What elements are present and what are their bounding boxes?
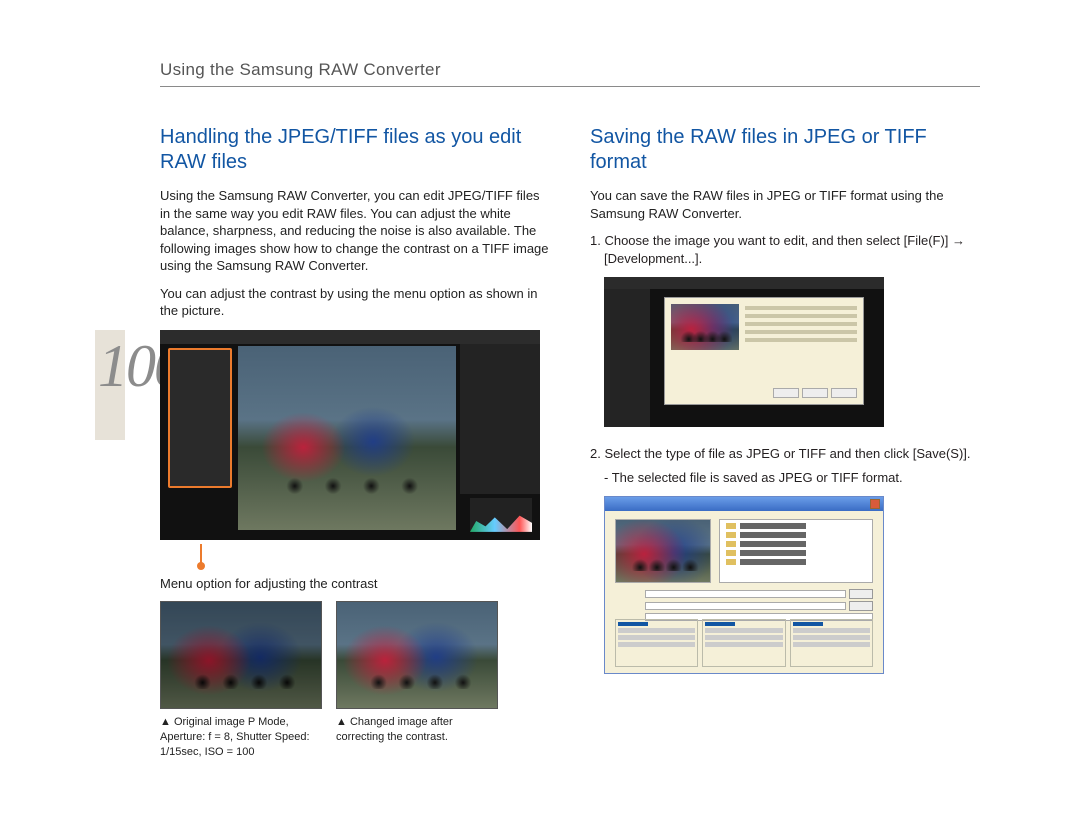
dev-dialog-box <box>664 297 864 405</box>
thumbnail-original: ▲ Original image P Mode, Aperture: f = 8… <box>160 601 322 760</box>
save-dialog-titlebar <box>605 497 883 511</box>
save-button-icon <box>849 589 873 599</box>
left-paragraph-1: Using the Samsung RAW Converter, you can… <box>160 187 550 275</box>
callout-dot <box>197 562 205 570</box>
step-1: 1. Choose the image you want to edit, an… <box>590 232 980 267</box>
dev-dialog-fields <box>745 306 857 346</box>
thumbnail-changed-caption: ▲ Changed image after correcting the con… <box>336 715 498 745</box>
thumbnail-original-caption: ▲ Original image P Mode, Aperture: f = 8… <box>160 715 322 760</box>
opt-group-unsharp <box>702 619 785 667</box>
right-heading: Saving the RAW files in JPEG or TIFF for… <box>590 125 980 175</box>
page-content: Using the Samsung RAW Converter Handling… <box>160 60 980 759</box>
dev-toolbar <box>604 277 884 289</box>
editor-contrast-panel-highlight <box>168 348 232 488</box>
editor-toolbar <box>160 330 540 344</box>
figure-save-dialog <box>604 496 884 674</box>
save-dialog-option-groups <box>615 619 873 667</box>
save-dialog-preview <box>615 519 711 583</box>
chapter-title: Using the Samsung RAW Converter <box>160 60 980 80</box>
dev-side-panel <box>604 289 650 427</box>
editor-right-panel <box>460 344 540 494</box>
figure-caption-menu: Menu option for adjusting the contrast <box>160 576 550 591</box>
opt-group-size <box>790 619 873 667</box>
cancel-button-icon <box>849 601 873 611</box>
save-dialog-fields <box>615 589 873 623</box>
chapter-header: Using the Samsung RAW Converter <box>160 60 980 87</box>
step-2-sub: - The selected file is saved as JPEG or … <box>590 469 980 487</box>
left-heading: Handling the JPEG/TIFF files as you edit… <box>160 125 550 175</box>
thumbnail-changed: ▲ Changed image after correcting the con… <box>336 601 498 760</box>
right-column: Saving the RAW files in JPEG or TIFF for… <box>590 125 980 759</box>
dev-dialog-preview <box>671 304 739 350</box>
two-column-layout: Handling the JPEG/TIFF files as you edit… <box>160 125 980 759</box>
thumbnail-original-image <box>160 601 322 709</box>
right-paragraph-1: You can save the RAW files in JPEG or TI… <box>590 187 980 222</box>
close-icon <box>870 499 880 509</box>
left-column: Handling the JPEG/TIFF files as you edit… <box>160 125 550 759</box>
left-paragraph-2: You can adjust the contrast by using the… <box>160 285 550 320</box>
step-2: 2. Select the type of file as JPEG or TI… <box>590 445 980 463</box>
figure-editor-screenshot <box>160 330 540 540</box>
editor-preview-image <box>238 346 456 530</box>
dev-dialog-buttons <box>773 388 857 398</box>
thumbnail-changed-image <box>336 601 498 709</box>
thumbnail-row: ▲ Original image P Mode, Aperture: f = 8… <box>160 601 550 760</box>
save-dialog-file-tree <box>719 519 873 583</box>
opt-group-compression <box>615 619 698 667</box>
editor-histogram <box>470 498 532 532</box>
figure-development-dialog <box>604 277 884 427</box>
